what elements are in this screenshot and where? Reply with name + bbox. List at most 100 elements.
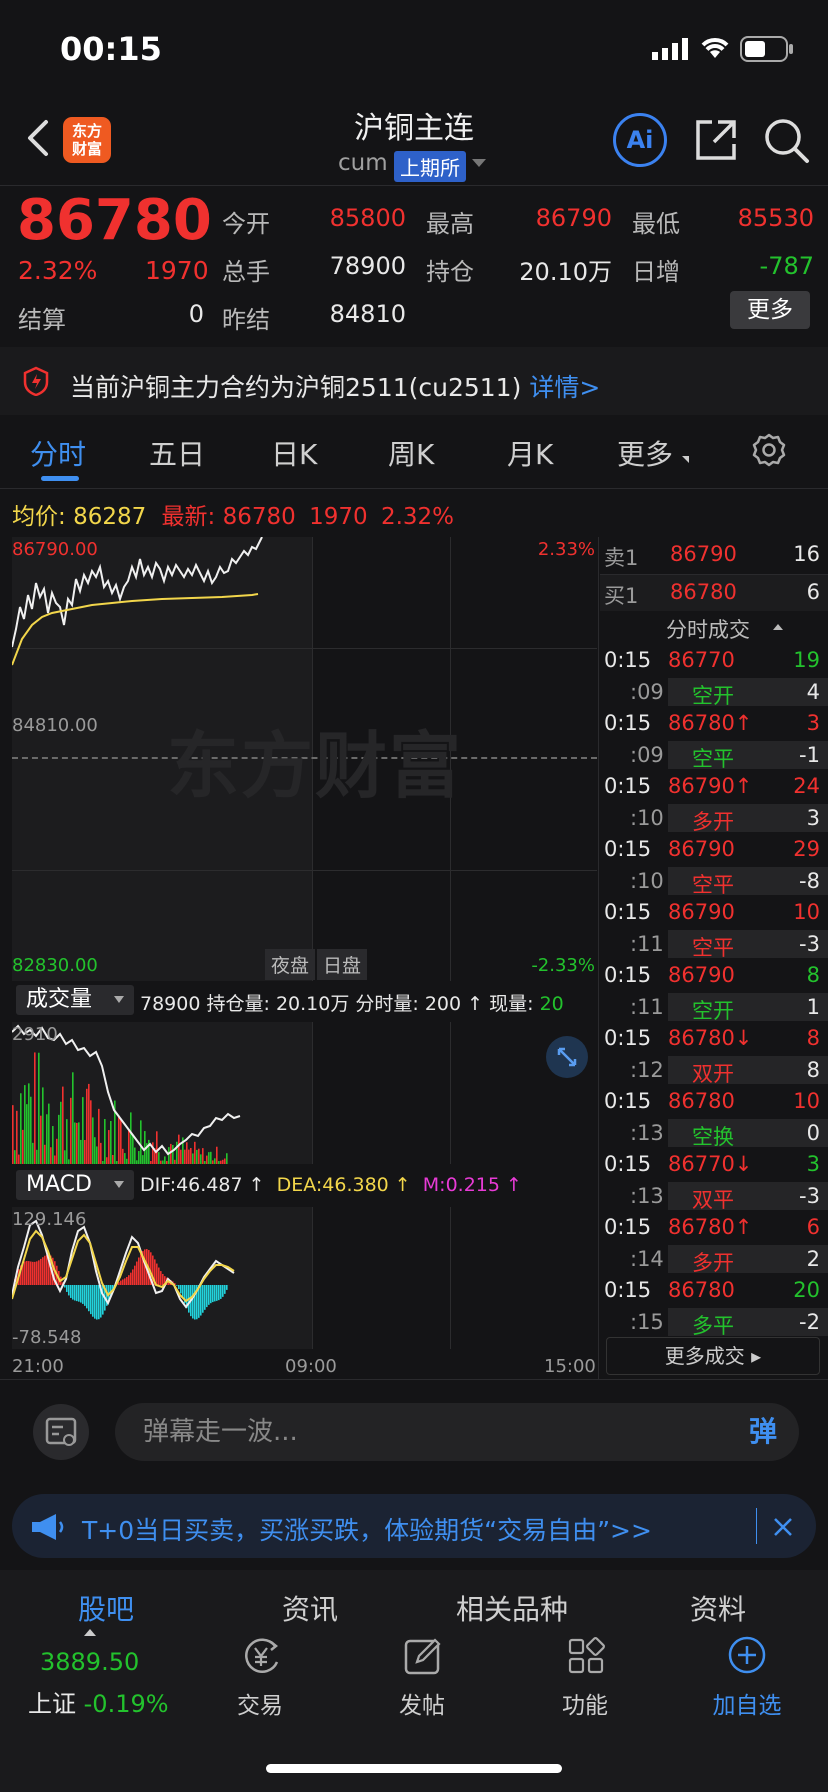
tick-subrow: :14 多开 2 xyxy=(600,1244,828,1275)
tick-price: 86780 xyxy=(668,1089,735,1113)
volume-now: 20 xyxy=(539,993,564,1015)
tick-volume: 3 xyxy=(806,1152,820,1176)
nav-post[interactable]: 发帖 xyxy=(362,1686,482,1720)
macd-indicator-select[interactable]: MACD xyxy=(16,1170,134,1200)
macd-info: DIF:46.487 ↑ DEA:46.380 ↑ M:0.215 ↑ xyxy=(140,1174,522,1196)
tab-weekly-k[interactable]: 周K xyxy=(388,433,434,473)
chevron-up-icon[interactable] xyxy=(84,1629,96,1636)
macd-bar xyxy=(124,1278,126,1285)
more-ticks-button[interactable]: 更多成交 ▸ xyxy=(606,1337,820,1375)
tick-time: 0:15 xyxy=(604,1152,652,1176)
time-axis-start: 21:00 xyxy=(12,1356,64,1377)
sort-up-icon[interactable] xyxy=(773,624,783,630)
macd-bar xyxy=(30,1261,32,1285)
volume-bar xyxy=(140,1120,142,1164)
tick-delta: -3 xyxy=(799,932,820,956)
nav-add-watchlist[interactable]: 加自选 xyxy=(687,1686,807,1720)
tick-delta: 8 xyxy=(806,1058,820,1082)
tick-seconds: :10 xyxy=(630,806,664,830)
price-chart[interactable]: 东方财富 86790.00 84810.00 82830.00 2.33% -2… xyxy=(12,537,597,981)
macd-bar xyxy=(206,1285,208,1308)
symbol-code[interactable]: cum xyxy=(338,150,388,176)
volume-bar xyxy=(68,1159,70,1164)
volume-bar xyxy=(204,1161,206,1164)
buy1-row[interactable]: 买1 86780 6 xyxy=(600,575,828,611)
tick-type: 双开 xyxy=(692,1062,734,1086)
notice-detail-link[interactable]: 详情> xyxy=(529,373,600,402)
tab-intraday[interactable]: 分时 xyxy=(30,433,86,473)
volume-bar xyxy=(170,1143,172,1164)
tab-daily-k[interactable]: 日K xyxy=(271,433,317,473)
post-edit-icon[interactable] xyxy=(403,1636,443,1680)
tick-delta: 4 xyxy=(806,680,820,704)
tick-price: 86790 xyxy=(668,963,735,987)
macd-bar xyxy=(212,1285,214,1303)
volume-indicator-select[interactable]: 成交量 xyxy=(16,985,134,1015)
danmu-input[interactable]: 弹幕走一波... xyxy=(115,1403,727,1461)
subtab-info[interactable]: 资料 xyxy=(690,1588,746,1628)
volume-bar xyxy=(72,1072,74,1164)
macd-chart[interactable]: 129.146 -78.548 xyxy=(12,1207,597,1349)
macd-bar xyxy=(128,1275,130,1285)
volume-indicator-label: 成交量 xyxy=(26,987,93,1012)
subtab-guba[interactable]: 股吧 xyxy=(78,1588,134,1628)
volume-bar xyxy=(48,1103,50,1164)
volume-bar xyxy=(200,1154,202,1164)
tick-type: 多平 xyxy=(692,1314,734,1338)
add-watchlist-icon[interactable] xyxy=(727,1635,767,1679)
trade-yen-icon[interactable] xyxy=(239,1636,283,1680)
tab-monthly-k[interactable]: 月K xyxy=(507,433,553,473)
sell1-row[interactable]: 卖1 86790 16 xyxy=(600,537,828,573)
danmu-toggle-icon[interactable] xyxy=(33,1404,89,1460)
more-button[interactable]: 更多 xyxy=(730,291,810,329)
subtab-related[interactable]: 相关品种 xyxy=(456,1588,568,1628)
tick-time: 0:15 xyxy=(604,1089,652,1113)
volume-bar xyxy=(32,1142,34,1164)
chevron-down-icon[interactable] xyxy=(472,159,486,167)
tick-seconds: :11 xyxy=(630,995,664,1019)
exchange-badge: 上期所 xyxy=(394,151,466,182)
volume-bar xyxy=(216,1146,218,1164)
macd-bar xyxy=(158,1267,160,1285)
pct-axis-bottom: -2.33% xyxy=(531,955,595,976)
subtab-news[interactable]: 资讯 xyxy=(282,1588,338,1628)
tab-5day[interactable]: 五日 xyxy=(149,433,205,473)
macd-bar xyxy=(126,1277,128,1285)
nav-functions[interactable]: 功能 xyxy=(525,1686,645,1720)
macd-bar xyxy=(176,1285,178,1286)
volume-bar xyxy=(150,1161,152,1164)
tab-more[interactable]: 更多 xyxy=(617,433,673,473)
buy1-price: 86780 xyxy=(670,580,737,604)
close-icon[interactable] xyxy=(772,1516,794,1542)
tick-type: 空平 xyxy=(692,936,734,960)
volume-bar xyxy=(90,1100,92,1164)
functions-grid-icon[interactable] xyxy=(566,1636,606,1680)
tick-row: 0:15 86780↑ 3 xyxy=(600,708,828,739)
volume-bar xyxy=(50,1147,52,1164)
volume-bar xyxy=(106,1157,108,1164)
tick-time: 0:15 xyxy=(604,900,652,924)
share-icon[interactable] xyxy=(694,118,738,162)
tick-seconds: :14 xyxy=(630,1247,664,1271)
macd-axis-bottom: -78.548 xyxy=(12,1327,82,1348)
tick-volume: 8 xyxy=(806,1026,820,1050)
danmu-send-button[interactable]: 弹 xyxy=(727,1403,799,1461)
tick-row: 0:15 86770 19 xyxy=(600,645,828,676)
tick-price: 86780 xyxy=(668,1278,735,1302)
volume-bar xyxy=(116,1161,118,1164)
index-value[interactable]: 3889.50 xyxy=(40,1648,139,1676)
ai-button[interactable]: Ai xyxy=(613,113,667,167)
search-icon[interactable] xyxy=(763,117,811,165)
expand-icon[interactable] xyxy=(546,1036,588,1078)
tick-volume: 24 xyxy=(793,774,820,798)
settings-gear-icon[interactable] xyxy=(752,433,786,471)
volume-bar xyxy=(82,1097,84,1164)
open-value: 85800 xyxy=(329,204,406,232)
tick-price: 86780↓ xyxy=(668,1026,753,1050)
volume-bar xyxy=(104,1119,106,1164)
index-summary[interactable]: 上证 -0.19% xyxy=(28,1684,169,1719)
nav-trade[interactable]: 交易 xyxy=(200,1686,320,1720)
tick-subrow: :10 空平 -8 xyxy=(600,866,828,897)
volume-axis-top: 2910 xyxy=(12,1024,58,1045)
volume-chart[interactable]: 2910 xyxy=(12,1022,597,1164)
